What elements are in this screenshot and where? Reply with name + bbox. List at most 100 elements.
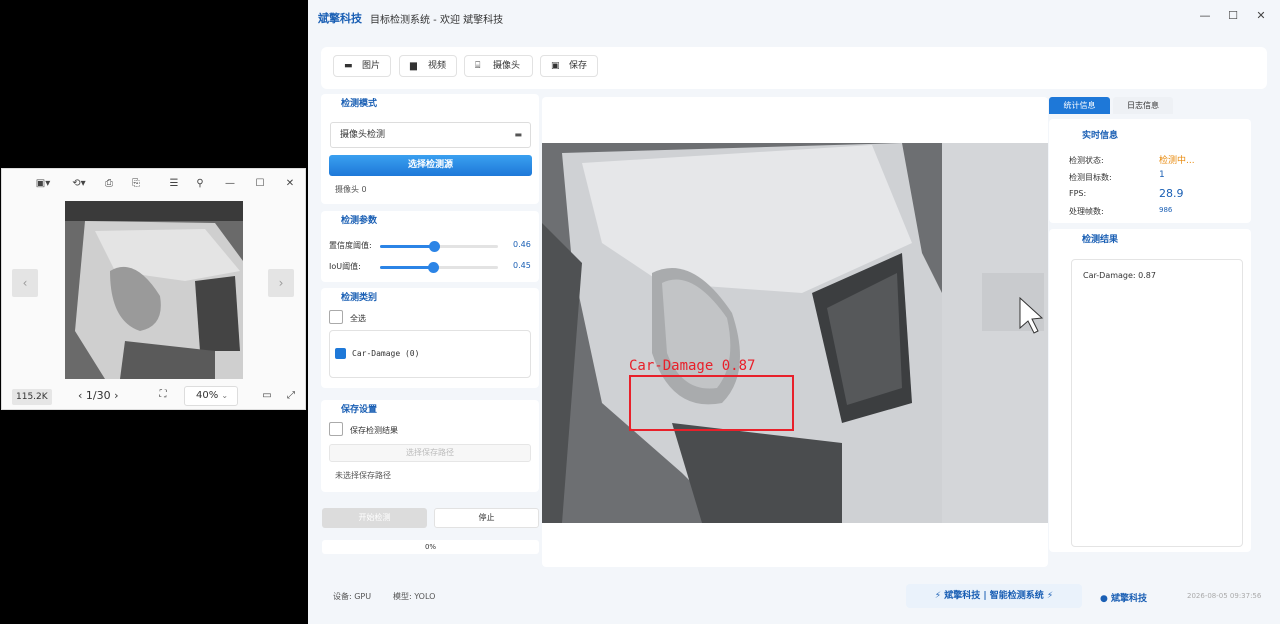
progress-bar: 0% — [322, 540, 539, 554]
iou-slider[interactable] — [380, 262, 498, 273]
start-detection-button[interactable]: 开始检测 — [322, 508, 427, 528]
title-bar: 斌擎科技 目标检测系统 - 欢迎 斌擎科技 — ☐ ✕ — [308, 0, 1280, 34]
realtime-info-card: 实时信息 检测状态: 检测中... 检测目标数: 1 FPS: 28.9 处理帧… — [1049, 119, 1251, 223]
user-icon: ● — [1100, 594, 1108, 604]
frames-row: 处理帧数: 986 — [1069, 204, 1229, 218]
prev-page-icon[interactable]: ‹ — [78, 389, 86, 402]
image-viewer-window: ▣▾ ⟲▾ ⎙ ⎘ ☰ ⚲ — ☐ ✕ ‹ › 115.2K ‹ 1/30 › … — [1, 168, 306, 410]
target-count-key: 检测目标数: — [1069, 173, 1112, 182]
tab-log[interactable]: 日志信息 — [1113, 97, 1173, 114]
target-count-value: 1 — [1159, 170, 1165, 180]
select-all-checkbox[interactable] — [329, 310, 343, 324]
select-save-path-button[interactable]: 选择保存路径 — [329, 444, 531, 462]
app-subtitle: 目标检测系统 - 欢迎 斌擎科技 — [370, 15, 504, 26]
main-toolbar: ▬ 图片 ▆ 视频 ⌸ 摄像头 ▣ 保存 — [321, 47, 1267, 89]
next-page-icon[interactable]: › — [111, 389, 118, 402]
confidence-value: 0.46 — [513, 240, 531, 249]
mode-card: 检测模式 摄像头检测 ▬ 选择检测源 摄像头 0 — [321, 94, 539, 204]
save-settings-card: 保存设置 保存检测结果 选择保存路径 未选择保存路径 — [321, 400, 539, 492]
print-icon[interactable]: ⎙ — [102, 177, 116, 191]
maximize-icon[interactable]: ☐ — [253, 177, 267, 191]
confidence-row: 置信度阈值: 0.46 — [329, 239, 534, 253]
open-video-label: 视频 — [428, 61, 447, 71]
rotate-icon[interactable]: ⟲▾ — [68, 177, 90, 191]
confidence-slider[interactable] — [380, 241, 498, 252]
select-all-label: 全选 — [350, 314, 366, 323]
open-camera-button[interactable]: ⌸ 摄像头 — [464, 55, 533, 77]
classes-title: 检测类别 — [341, 293, 378, 303]
iou-value: 0.45 — [513, 261, 531, 270]
camera-frame — [542, 143, 1048, 523]
model-label: 模型: YOLO — [393, 592, 436, 601]
chevron-down-icon: ⌄ — [221, 391, 229, 400]
next-image-button[interactable]: › — [268, 269, 294, 297]
status-value: 检测中... — [1159, 156, 1195, 166]
status-row: 检测状态: 检测中... — [1069, 153, 1229, 167]
file-size-badge: 115.2K — [12, 389, 52, 405]
fullscreen-icon[interactable]: ⤢ — [284, 389, 298, 403]
mode-title: 检测模式 — [341, 99, 378, 109]
save-path-note: 未选择保存路径 — [335, 471, 391, 480]
save-button[interactable]: ▣ 保存 — [540, 55, 598, 77]
detection-label: Car-Damage 0.87 — [629, 358, 756, 374]
class-color-swatch[interactable] — [335, 348, 346, 359]
params-card: 检测参数 置信度阈值: 0.46 IoU阈值: 0.45 — [321, 211, 539, 282]
params-title: 检测参数 — [341, 216, 378, 226]
fps-key: FPS: — [1069, 189, 1087, 198]
status-key: 检测状态: — [1069, 156, 1104, 165]
open-image-button[interactable]: ▬ 图片 — [333, 55, 391, 77]
detection-app-window: 斌擎科技 目标检测系统 - 欢迎 斌擎科技 — ☐ ✕ ▬ 图片 ▆ 视频 ⌸ 摄像头… — [308, 0, 1280, 624]
confidence-label: 置信度阈值: — [329, 241, 372, 250]
fit-screen-icon[interactable]: ⛶ — [156, 388, 170, 402]
pager: ‹ 1/30 › — [78, 388, 119, 404]
close-icon[interactable]: ✕ — [1254, 9, 1268, 22]
minimize-icon[interactable]: — — [223, 177, 237, 191]
pin-icon[interactable]: ⚲ — [193, 177, 207, 191]
page-indicator: 1/30 — [85, 389, 111, 402]
device-label: 设备: GPU — [333, 592, 372, 601]
zoom-select[interactable]: 40% ⌄ — [184, 386, 238, 406]
frames-key: 处理帧数: — [1069, 207, 1104, 216]
save-label: 保存 — [569, 61, 588, 71]
iou-slider-fill — [380, 266, 434, 269]
minimize-icon[interactable]: — — [1198, 9, 1212, 22]
brand-banner: ⚡ 斌擎科技 | 智能检测系统 ⚡ — [906, 584, 1082, 608]
status-bar: 设备: GPU 模型: YOLO ⚡ 斌擎科技 | 智能检测系统 ⚡ ● 斌擎科… — [321, 580, 1267, 612]
detection-display: Car-Damage 0.87 — [542, 97, 1048, 567]
right-panel: 统计信息 日志信息 实时信息 检测状态: 检测中... 检测目标数: 1 FPS… — [1049, 97, 1252, 557]
share-icon[interactable]: ⎘ — [129, 177, 143, 191]
mode-select[interactable]: 摄像头检测 ▬ — [330, 122, 531, 148]
tab-statistics[interactable]: 统计信息 — [1049, 97, 1110, 114]
fps-row: FPS: 28.9 — [1069, 187, 1229, 201]
results-title: 检测结果 — [1082, 235, 1119, 245]
save-settings-title: 保存设置 — [341, 405, 378, 415]
results-list: Car-Damage: 0.87 — [1071, 259, 1243, 547]
user-name: 斌擎科技 — [1111, 594, 1148, 604]
open-camera-label: 摄像头 — [493, 61, 521, 71]
frames-value: 986 — [1159, 206, 1173, 214]
stop-button[interactable]: 停止 — [434, 508, 539, 528]
result-item: Car-Damage: 0.87 — [1083, 271, 1156, 280]
previous-image-button[interactable]: ‹ — [12, 269, 38, 297]
target-count-row: 检测目标数: 1 — [1069, 170, 1229, 184]
close-icon[interactable]: ✕ — [283, 177, 297, 191]
classes-card: 检测类别 全选 Car-Damage (0) — [321, 288, 539, 388]
iou-label: IoU阈值: — [329, 262, 361, 271]
menu-icon[interactable]: ☰ — [167, 177, 181, 191]
save-icon: ▣ — [551, 61, 560, 71]
confidence-slider-fill — [380, 245, 435, 248]
chevron-down-icon: ▬ — [514, 130, 522, 139]
save-results-label: 保存检测结果 — [350, 426, 398, 435]
iou-slider-handle[interactable] — [428, 262, 440, 273]
filmstrip-icon[interactable]: ▭ — [260, 389, 274, 403]
maximize-icon[interactable]: ☐ — [1226, 9, 1240, 22]
image-icon: ▬ — [344, 61, 353, 71]
open-video-button[interactable]: ▆ 视频 — [399, 55, 457, 77]
select-source-button[interactable]: 选择检测源 — [329, 155, 532, 176]
iou-row: IoU阈值: 0.45 — [329, 260, 534, 274]
confidence-slider-handle[interactable] — [429, 241, 441, 252]
open-image-label: 图片 — [362, 61, 381, 71]
save-results-checkbox[interactable] — [329, 422, 343, 436]
zoom-value: 40% — [196, 390, 219, 401]
image-edit-icon[interactable]: ▣▾ — [32, 177, 54, 191]
